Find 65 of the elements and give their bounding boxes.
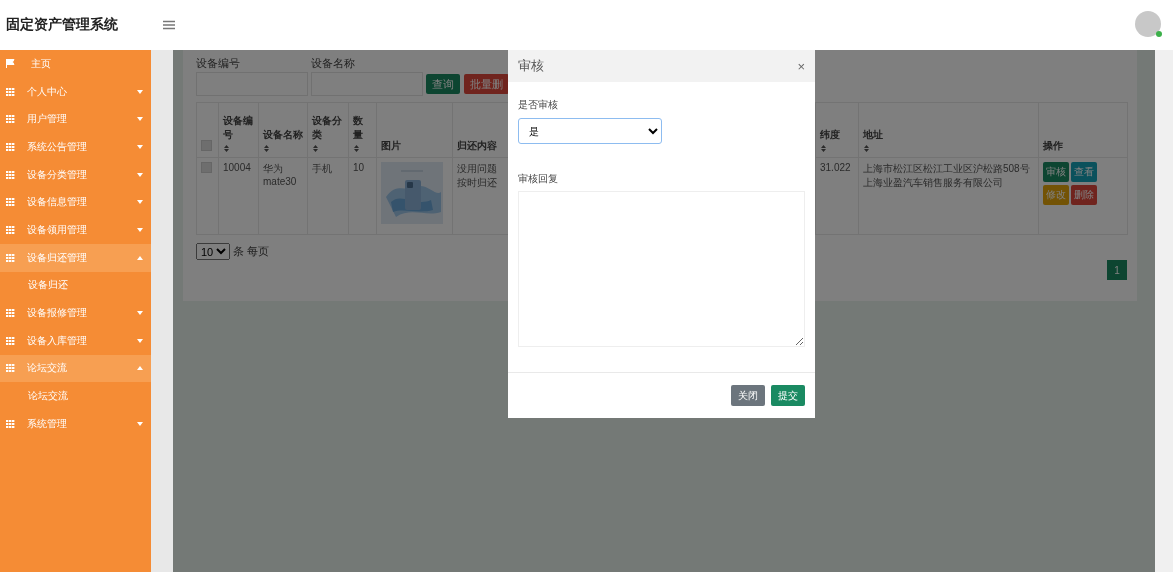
sidebar-item[interactable]: 设备领用管理 [0,216,151,244]
sort-icon[interactable] [864,144,869,152]
table-cell: 10004 [223,162,251,173]
grid-icon [6,198,15,207]
sidebar-item[interactable]: 设备信息管理 [0,188,151,217]
sidebar-item[interactable]: 设备入库管理 [0,326,151,355]
grid-icon [6,309,15,318]
grid-icon [6,364,15,373]
page-size-label: 条 每页 [233,244,270,259]
reply-field[interactable] [518,191,805,347]
flag-icon [6,59,15,69]
action-button[interactable]: 修改 [1043,185,1069,205]
grid-icon [6,336,15,345]
column-header[interactable]: 设备名称 [263,128,303,142]
dialog-title: 审核 [518,57,544,75]
sidebar-item[interactable]: 个人中心 [0,77,151,106]
review-select[interactable]: 是 [518,118,662,144]
sidebar-item[interactable]: 设备分类管理 [0,160,151,189]
delete-button[interactable]: 批量删 [464,74,509,94]
app-title: 固定资产管理系统 [6,16,119,34]
grid-icon [6,170,15,179]
column-header[interactable]: 纬度 [820,128,854,142]
checkbox[interactable] [201,140,212,151]
sort-icon[interactable] [313,144,318,152]
field-label: 设备名称 [311,56,356,71]
table-cell: 31.022 [820,162,851,173]
grid-icon [6,142,15,151]
sidebar-item[interactable]: 设备归还管理 [0,243,151,272]
grid-icon [6,253,15,262]
search-button[interactable]: 查询 [426,74,460,94]
menu-icon[interactable] [163,20,175,30]
field-label: 审核回复 [518,172,559,186]
sidebar-item[interactable]: 用户管理 [0,105,151,134]
submit-button[interactable]: 提交 [771,385,805,406]
table-cell: 华为mate30 [263,163,297,187]
sidebar-item[interactable]: 设备报修管理 [0,299,151,327]
table-cell: 手机 [312,163,332,174]
close-button[interactable]: 关闭 [731,385,765,406]
sidebar-subitem[interactable]: 论坛交流 [0,382,151,410]
sidebar-subitem[interactable]: 设备归还 [0,271,151,300]
grid-icon [6,225,15,234]
grid-icon [6,115,15,124]
sort-icon[interactable] [821,144,826,152]
sort-icon[interactable] [354,144,359,152]
online-dot [1156,31,1162,37]
sort-icon[interactable] [264,144,269,152]
action-button[interactable]: 审核 [1043,162,1069,182]
sort-icon[interactable] [224,144,229,152]
table-cell: 10 [353,162,365,173]
field-label: 是否审核 [518,98,559,112]
table-cell: 没用问题按时归还 [457,163,497,188]
page-size-select[interactable]: 10 [196,243,230,260]
checkbox[interactable] [201,162,212,173]
field-label: 设备编号 [196,56,241,71]
page-button[interactable]: 1 [1107,260,1127,280]
sidebar-item[interactable]: 系统管理 [0,409,151,438]
sidebar-item[interactable]: 主页 [0,50,151,78]
sidebar-item[interactable]: 论坛交流 [0,354,151,383]
sidebar-item[interactable]: 系统公告管理 [0,133,151,161]
action-button[interactable]: 删除 [1071,185,1097,205]
close-button[interactable]: × [797,58,805,74]
grid-icon [6,419,15,428]
avatar[interactable] [1135,11,1161,37]
action-button[interactable]: 查看 [1071,162,1097,182]
grid-icon [6,87,15,96]
